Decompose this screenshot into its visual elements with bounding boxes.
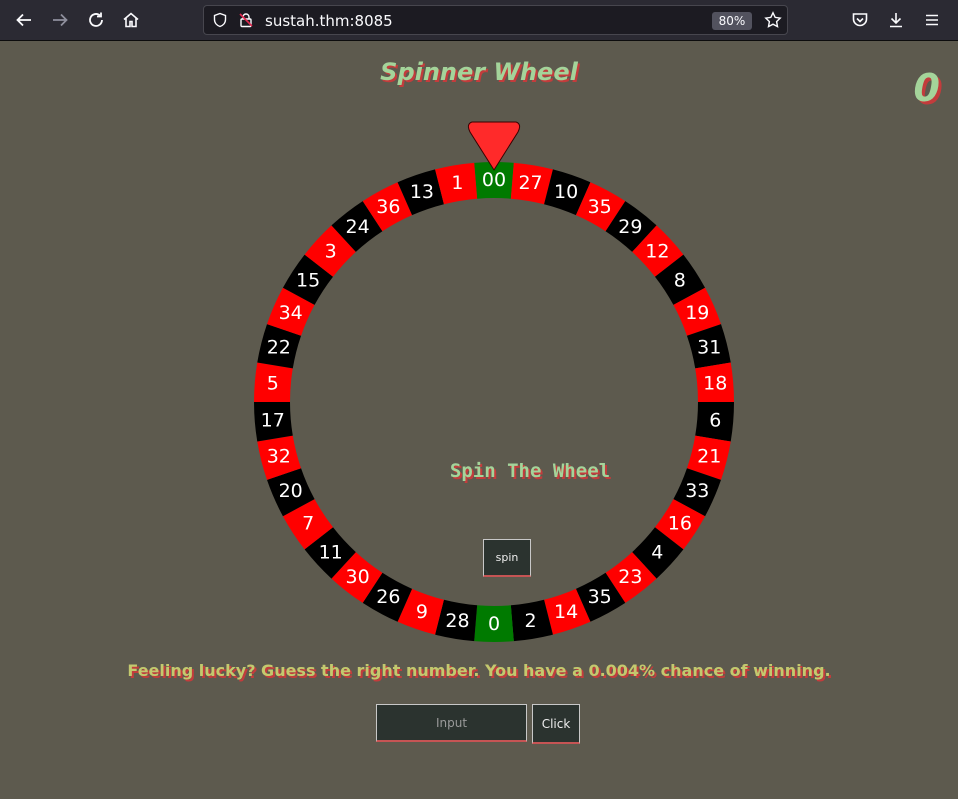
wheel-number: 19: [685, 302, 709, 324]
wheel-number: 18: [703, 373, 727, 395]
hint-text: Feeling lucky? Guess the right number. Y…: [127, 661, 831, 680]
guess-input[interactable]: [376, 704, 527, 742]
wheel-number: 23: [618, 566, 642, 588]
wheel-number: 32: [267, 445, 291, 467]
wheel-number: 11: [319, 541, 343, 563]
wheel-number: 0: [488, 613, 500, 635]
wheel-number: 34: [279, 302, 303, 324]
wheel-number: 00: [482, 169, 506, 191]
wheel-number: 33: [685, 480, 709, 502]
wheel-number: 9: [416, 601, 428, 623]
wheel-number: 17: [261, 409, 285, 431]
spin-heading: Spin The Wheel: [449, 460, 611, 482]
wheel-number: 15: [296, 270, 320, 292]
wheel-number: 26: [376, 586, 400, 608]
wheel-number: 7: [302, 512, 314, 534]
wheel-number: 2: [524, 610, 536, 632]
wheel-number: 24: [346, 216, 370, 238]
wheel-number: 28: [445, 610, 469, 632]
wheel-number: 14: [554, 601, 578, 623]
submit-button[interactable]: Click: [532, 704, 580, 744]
wheel-number: 16: [668, 512, 692, 534]
wheel-number: 35: [588, 586, 612, 608]
wheel-number: 1: [451, 172, 463, 194]
wheel-number: 4: [651, 541, 663, 563]
wheel-number: 22: [267, 337, 291, 359]
wheel-number: 5: [267, 373, 279, 395]
wheel-number: 36: [376, 196, 400, 218]
wheel-number: 8: [674, 270, 686, 292]
wheel-number: 35: [588, 196, 612, 218]
wheel-number: 27: [518, 172, 542, 194]
wheel-number: 12: [645, 241, 669, 263]
wheel-number: 21: [697, 445, 721, 467]
wheel-number: 30: [346, 566, 370, 588]
wheel-number: 13: [410, 181, 434, 203]
wheel-number: 20: [279, 480, 303, 502]
wheel-number: 29: [618, 216, 642, 238]
wheel-number: 3: [325, 241, 337, 263]
spin-button[interactable]: spin: [483, 539, 531, 577]
wheel-number: 31: [697, 337, 721, 359]
wheel-number: 10: [554, 181, 578, 203]
wheel-number: 6: [709, 409, 721, 431]
